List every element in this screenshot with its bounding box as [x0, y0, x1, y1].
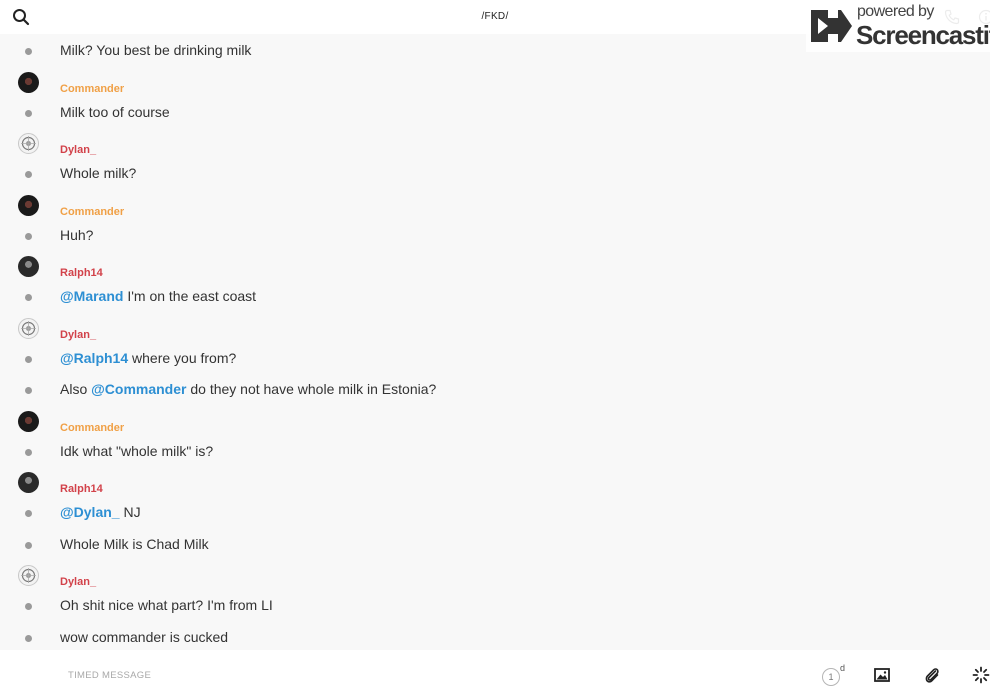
avatar[interactable] — [18, 256, 39, 277]
message-text: @Marand I'm on the east coast — [60, 288, 256, 304]
message-text-segment: where you from? — [128, 349, 237, 366]
image-icon[interactable] — [873, 666, 891, 684]
mention-link[interactable]: @Ralph14 — [60, 350, 128, 366]
message-bullet — [25, 355, 32, 363]
username[interactable]: Commander — [60, 206, 124, 218]
message-text-segment: wow commander is cucked — [60, 628, 229, 645]
message-text: @Ralph14 where you from? — [60, 350, 236, 366]
message-text-segment: Milk? You best be drinking milk — [60, 42, 252, 58]
message-text: Whole Milk is Chad Milk — [60, 536, 209, 552]
screencastify-watermark: powered by Screencastify — [806, 0, 990, 52]
message-bullet — [25, 294, 32, 301]
message-text: @Dylan_ NJ — [60, 504, 141, 520]
sparkle-icon[interactable] — [972, 666, 990, 684]
message-bullet — [25, 387, 32, 394]
message-text: Milk too of course — [60, 104, 170, 120]
watermark-line1: powered by — [857, 3, 934, 20]
message-bullet — [25, 171, 32, 178]
message-text-segment: Milk too of course — [60, 103, 170, 120]
avatar[interactable] — [18, 565, 39, 586]
message-text: Huh? — [60, 227, 93, 243]
watermark-line2: Screencastify — [856, 20, 990, 50]
message-bullet — [25, 48, 32, 55]
message-bullet — [25, 510, 32, 517]
paperclip-icon[interactable] — [923, 666, 941, 684]
mention-link[interactable]: @Commander — [91, 381, 186, 397]
message-bullet — [25, 634, 32, 642]
message-text-segment: Oh shit nice what part? I'm from LI — [60, 597, 273, 613]
username[interactable]: Dylan_ — [60, 144, 96, 156]
message-text: wow commander is cucked — [60, 629, 228, 645]
username[interactable]: Dylan_ — [60, 576, 96, 588]
message-bullet — [25, 603, 32, 610]
username[interactable]: Ralph14 — [60, 267, 103, 279]
message-bullet — [25, 109, 32, 117]
avatar[interactable] — [18, 472, 39, 493]
message-text-segment: Also — [60, 381, 92, 397]
message-text-segment: Whole Milk is Chad Milk — [60, 535, 209, 552]
message-bullet — [25, 541, 32, 549]
avatar[interactable] — [18, 410, 39, 432]
screencastify-logo-icon — [808, 6, 854, 46]
message-bullet — [25, 232, 32, 240]
username[interactable]: Commander — [60, 83, 124, 95]
message-composer: TIMED MESSAGE 1 d — [0, 650, 990, 700]
username[interactable]: Ralph14 — [60, 483, 103, 495]
timer-button[interactable]: 1 d — [820, 663, 850, 689]
message-list[interactable]: Dylan_ Milk? You best be drinking milk Com… — [0, 0, 990, 650]
timed-message-input[interactable]: TIMED MESSAGE — [68, 670, 151, 681]
message-text-segment: do they not have whole milk in Estonia? — [186, 381, 437, 397]
message-text: Also @Commander do they not have whole m… — [60, 381, 436, 397]
avatar[interactable] — [18, 71, 39, 93]
avatar[interactable] — [18, 317, 39, 339]
username[interactable]: Dylan_ — [60, 329, 96, 341]
avatar[interactable] — [18, 133, 39, 154]
avatar[interactable] — [18, 194, 39, 216]
timer-unit: d — [840, 663, 846, 673]
message-text-segment: Huh? — [60, 226, 94, 243]
message-text: Milk? You best be drinking milk — [60, 42, 251, 58]
message-text: Oh shit nice what part? I'm from LI — [60, 597, 273, 613]
message-text: Idk what "whole milk" is? — [60, 443, 213, 459]
message-bullet — [25, 448, 32, 456]
message-text: Whole milk? — [60, 165, 136, 181]
username[interactable]: Commander — [60, 422, 124, 434]
message-text-segment: NJ — [119, 504, 141, 520]
message-text-segment: Whole milk? — [60, 165, 137, 181]
mention-link[interactable]: @Dylan_ — [60, 504, 120, 520]
message-text-segment: I'm on the east coast — [123, 288, 257, 304]
timer-value: 1 — [822, 668, 840, 686]
mention-link[interactable]: @Marand — [60, 288, 123, 304]
message-text-segment: Idk what "whole milk" is? — [60, 442, 214, 459]
